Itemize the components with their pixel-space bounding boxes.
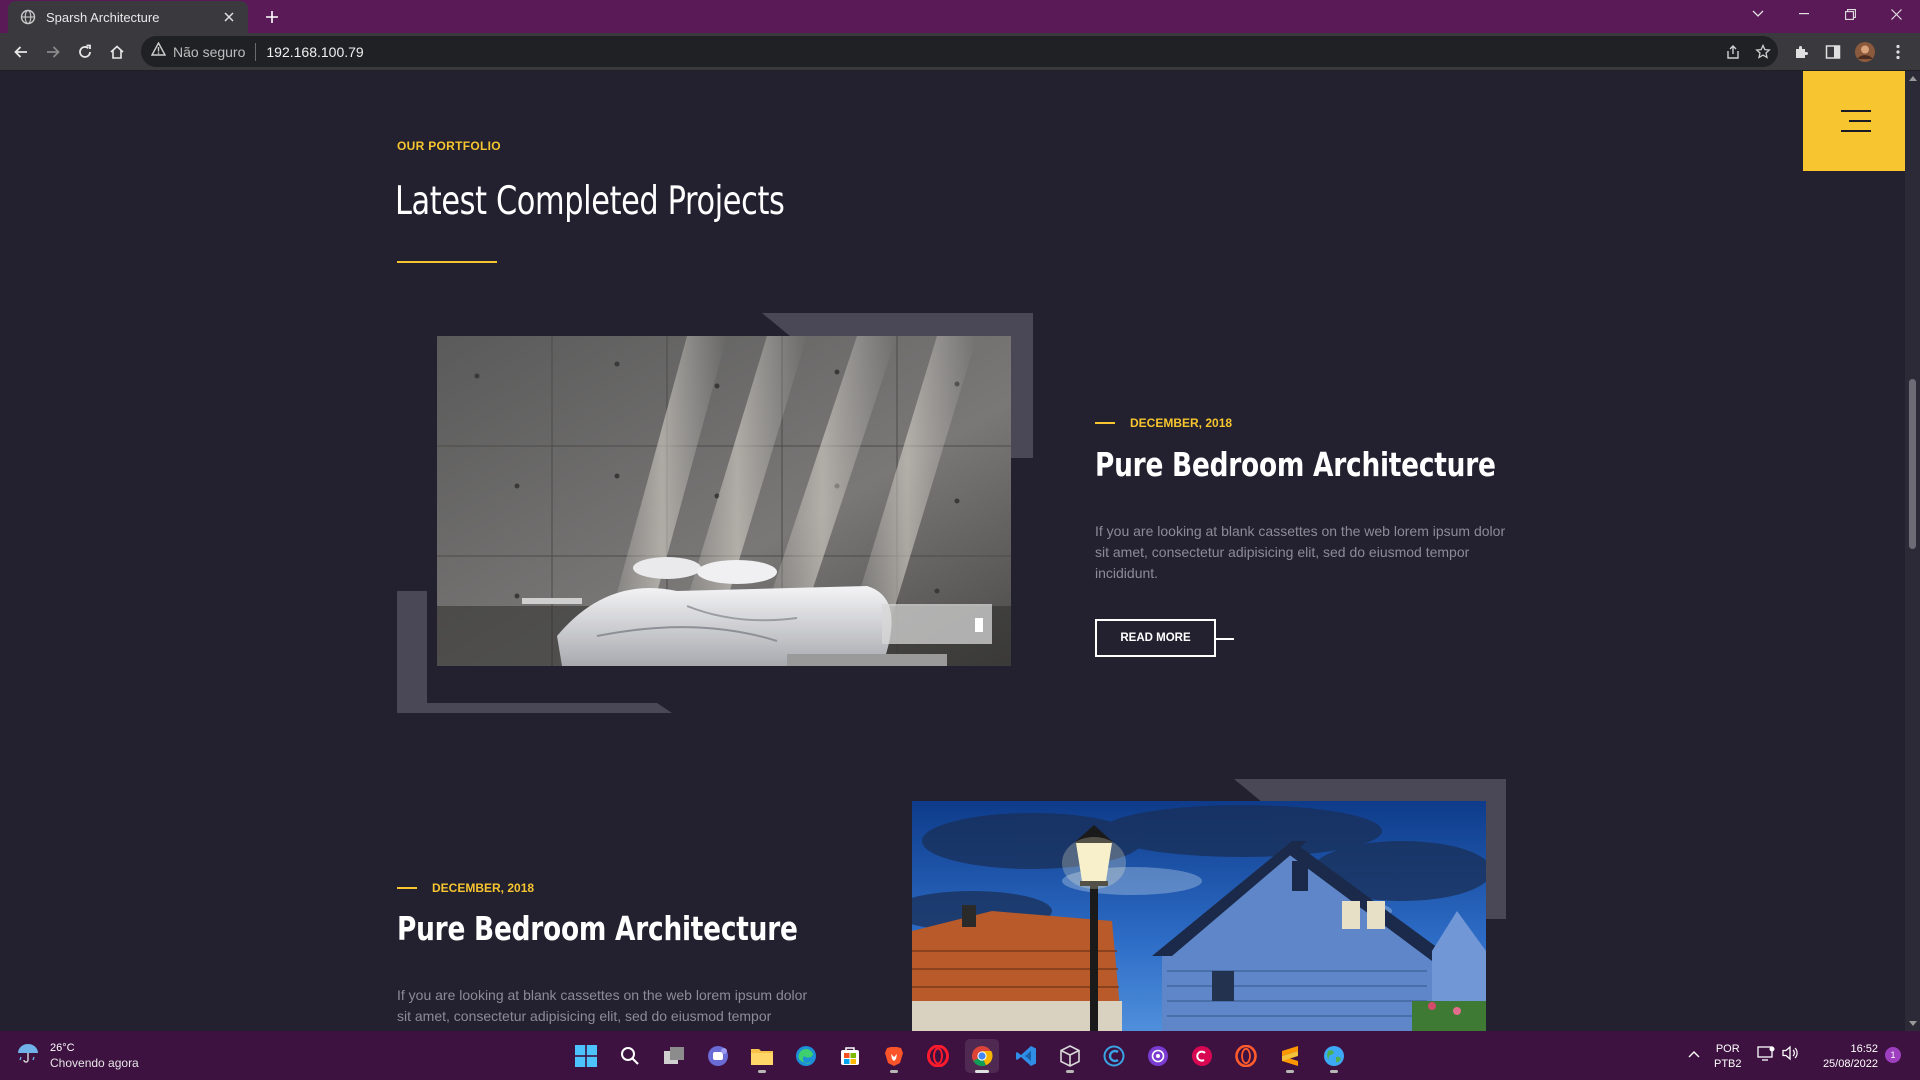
window-close-icon[interactable]: [1874, 0, 1918, 28]
section-eyebrow: OUR PORTFOLIO: [397, 139, 501, 153]
virtualbox-icon[interactable]: [1053, 1039, 1087, 1073]
project-date: DECEMBER, 2018: [432, 881, 535, 895]
date-dash: [1095, 422, 1115, 424]
browser-toolbar: Não seguro 192.168.100.79: [0, 33, 1920, 71]
system-clock[interactable]: 16:52 25/08/2022: [1812, 1042, 1878, 1072]
scroll-up-icon[interactable]: [1908, 74, 1917, 83]
clock-time: 16:52: [1850, 1043, 1878, 1055]
windows-start-icon[interactable]: [569, 1039, 603, 1073]
browser-tabstrip: Sparsh Architecture: [0, 0, 1920, 33]
rain-umbrella-icon: [16, 1041, 40, 1070]
weather-temperature: 26°C: [50, 1041, 75, 1054]
teams-chat-icon[interactable]: [701, 1039, 735, 1073]
podcast-app-icon[interactable]: [1141, 1039, 1175, 1073]
menu-kebab-icon[interactable]: [1884, 38, 1912, 66]
hamburger-menu-button[interactable]: [1803, 71, 1905, 171]
side-panel-icon[interactable]: [1819, 38, 1847, 66]
globe-icon: [20, 9, 36, 25]
project-title[interactable]: Pure Bedroom Architecture: [1095, 445, 1496, 484]
scroll-down-icon[interactable]: [1908, 1019, 1917, 1028]
project-meta: DECEMBER, 2018: [1095, 416, 1232, 430]
keyboard-language[interactable]: POR PTB2: [1714, 1042, 1742, 1072]
weather-widget[interactable]: 26°C Chovendo agora: [16, 1041, 139, 1070]
windows-taskbar: 26°C Chovendo agora POR PTB2 16:52 25/08…: [0, 1031, 1920, 1080]
menu-line: [1841, 130, 1871, 132]
browser-tab[interactable]: Sparsh Architecture: [8, 1, 248, 33]
omnibox-divider: [255, 42, 257, 61]
sublime-text-icon[interactable]: [1273, 1039, 1307, 1073]
reload-icon[interactable]: [71, 38, 99, 66]
running-indicator: [1286, 1070, 1294, 1073]
forward-icon[interactable]: [39, 38, 67, 66]
close-icon[interactable]: [220, 8, 238, 26]
brave-browser-icon[interactable]: [877, 1039, 911, 1073]
opera-gx-icon[interactable]: [1229, 1039, 1263, 1073]
address-bar[interactable]: Não seguro 192.168.100.79: [141, 36, 1778, 67]
notification-badge[interactable]: 1: [1885, 1047, 1901, 1063]
project-description: If you are looking at blank cassettes on…: [1095, 523, 1506, 581]
show-hidden-icons-chevron[interactable]: [1688, 1045, 1700, 1063]
opera-browser-icon[interactable]: [921, 1039, 955, 1073]
home-icon[interactable]: [103, 38, 131, 66]
url-text[interactable]: 192.168.100.79: [266, 44, 363, 60]
vscode-icon[interactable]: [1009, 1039, 1043, 1073]
file-explorer-icon[interactable]: [745, 1039, 779, 1073]
display-network-icon[interactable]: [1757, 1045, 1775, 1066]
language-code: POR: [1715, 1043, 1740, 1055]
menu-line: [1849, 120, 1871, 122]
minimize-icon[interactable]: [1782, 0, 1826, 28]
running-indicator: [758, 1070, 766, 1073]
weather-condition: Chovendo agora: [50, 1055, 139, 1070]
running-indicator: [1066, 1070, 1074, 1073]
keyboard-layout: PTB2: [1714, 1058, 1742, 1070]
microsoft-store-icon[interactable]: [833, 1039, 867, 1073]
volume-icon[interactable]: [1781, 1045, 1799, 1066]
scrollbar-thumb[interactable]: [1909, 379, 1916, 549]
debian-icon[interactable]: [1185, 1039, 1219, 1073]
page-scrollbar[interactable]: [1905, 71, 1920, 1031]
task-view-icon[interactable]: [657, 1039, 691, 1073]
security-label[interactable]: Não seguro: [173, 44, 245, 60]
project-description: If you are looking at blank cassettes on…: [397, 987, 808, 1031]
back-icon[interactable]: [7, 38, 35, 66]
bookmark-star-icon[interactable]: [1751, 40, 1775, 64]
project-title[interactable]: Pure Bedroom Architecture: [397, 909, 798, 948]
warning-icon[interactable]: [150, 41, 167, 61]
section-title: Latest Completed Projects: [395, 179, 785, 224]
ccleaner-icon[interactable]: [1097, 1039, 1131, 1073]
share-icon[interactable]: [1721, 40, 1745, 64]
running-indicator: [975, 1070, 989, 1073]
profile-avatar[interactable]: [1851, 38, 1879, 66]
project-date: DECEMBER, 2018: [1130, 416, 1233, 430]
date-dash: [397, 887, 417, 889]
title-underline: [397, 261, 497, 263]
running-indicator: [890, 1070, 898, 1073]
chrome-browser-icon[interactable]: [965, 1039, 999, 1073]
clock-date: 25/08/2022: [1822, 1058, 1878, 1070]
edge-browser-icon[interactable]: [789, 1039, 823, 1073]
page-viewport: OUR PORTFOLIO Latest Completed Projects: [0, 71, 1905, 1031]
read-more-line: [1216, 638, 1234, 640]
tab-search-icon[interactable]: [1736, 0, 1780, 28]
project-image-houses[interactable]: [912, 801, 1486, 1031]
extensions-icon[interactable]: [1787, 38, 1815, 66]
project-image-bedroom[interactable]: [437, 336, 1011, 666]
globe-app-icon[interactable]: [1317, 1039, 1351, 1073]
tab-title: Sparsh Architecture: [46, 9, 160, 25]
menu-line: [1841, 110, 1871, 112]
restore-icon[interactable]: [1828, 0, 1872, 28]
search-icon[interactable]: [613, 1039, 647, 1073]
project-meta: DECEMBER, 2018: [397, 881, 534, 895]
running-indicator: [1330, 1070, 1338, 1073]
new-tab-button[interactable]: [260, 5, 284, 29]
read-more-button[interactable]: READ MORE: [1095, 619, 1216, 657]
